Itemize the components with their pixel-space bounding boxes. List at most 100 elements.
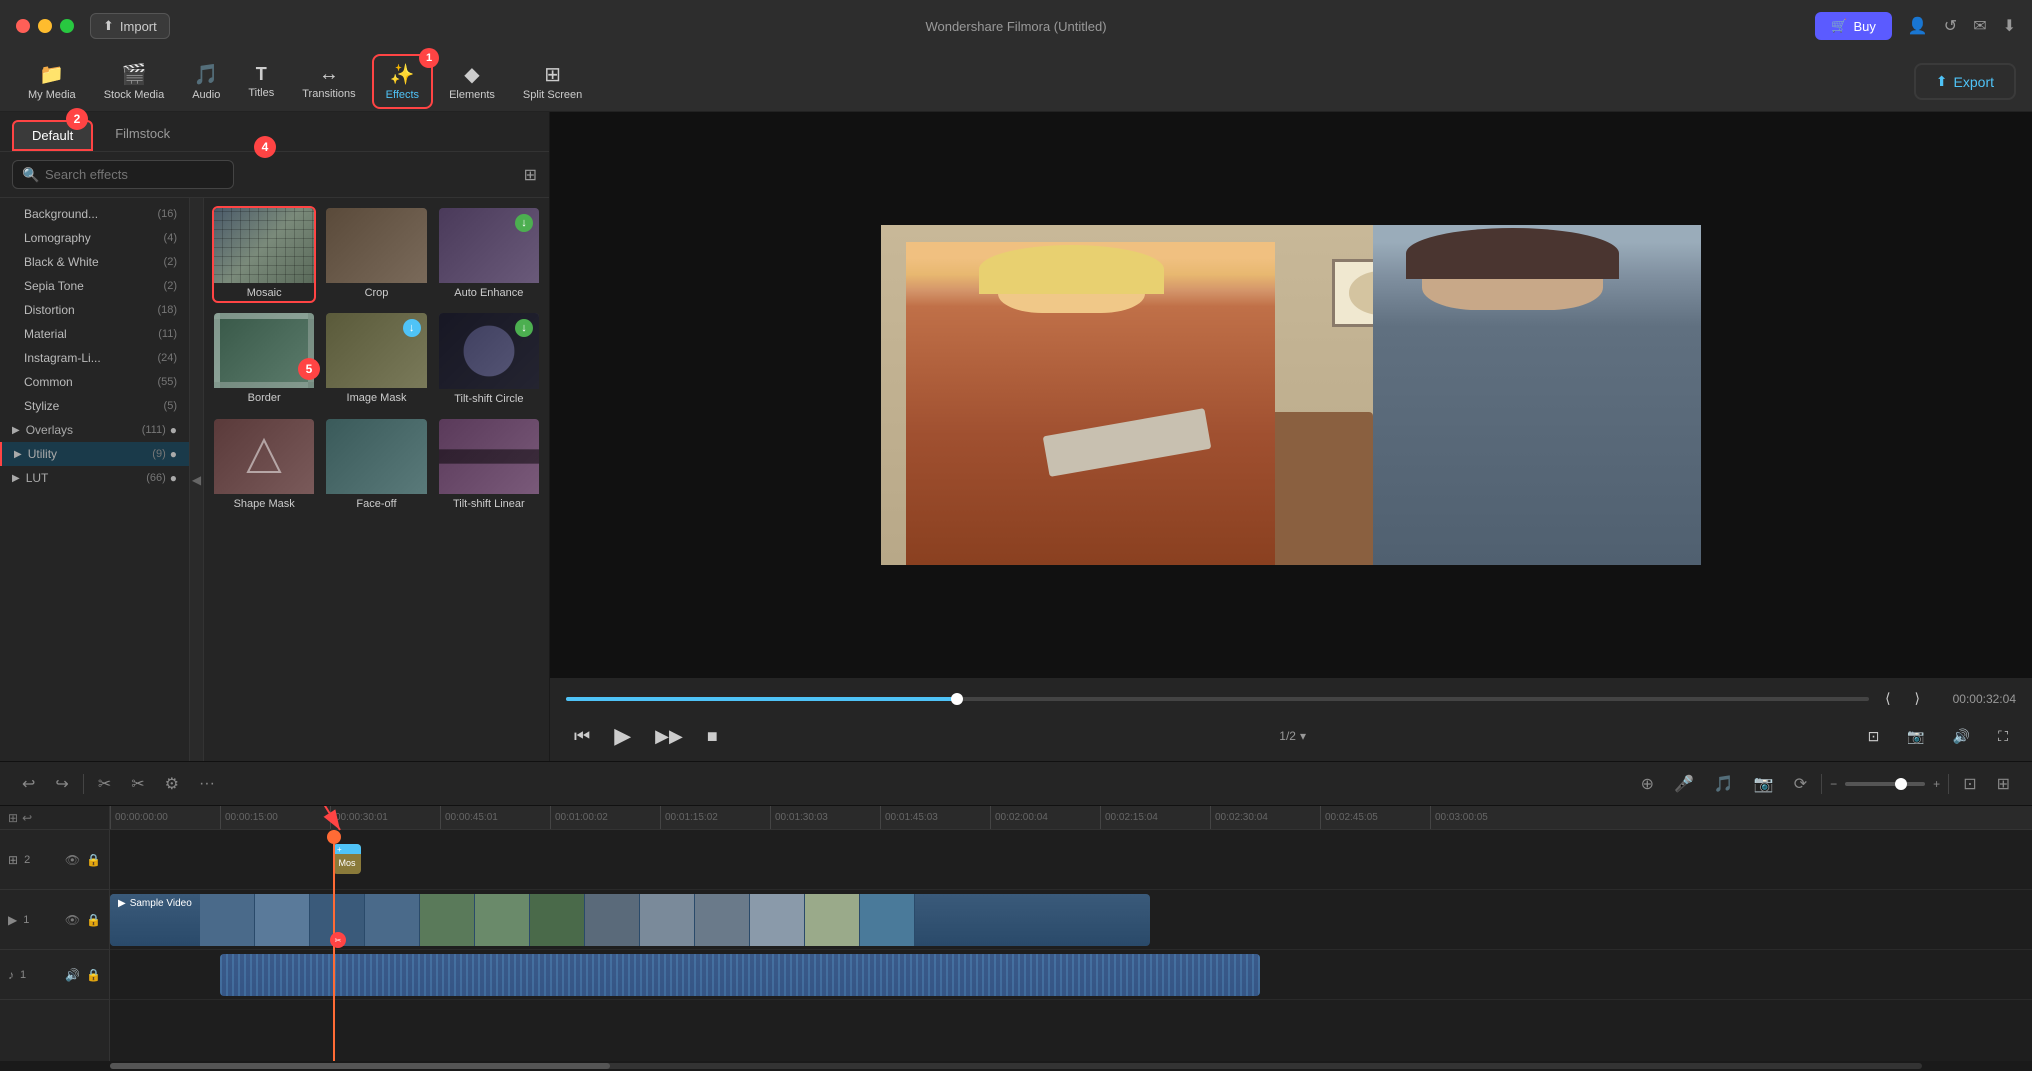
user-icon[interactable]: 👤 (1908, 16, 1928, 36)
transitions-icon: ↔ (319, 63, 339, 86)
effect-auto-enhance-label: Auto Enhance (454, 283, 523, 301)
video-lock-icon[interactable]: 🔒 (86, 913, 101, 927)
sidebar-item-common[interactable]: Common (55) (0, 370, 189, 394)
auto-button[interactable]: ⟳ (1788, 770, 1813, 798)
minimize-button[interactable] (38, 19, 52, 33)
prev-frame-button[interactable]: ⟨ (1877, 686, 1898, 711)
arrow-icon[interactable]: ↩ (22, 811, 32, 825)
next-frame-button[interactable]: ⟩ (1907, 686, 1928, 711)
sidebar-item-material[interactable]: Material (11) (0, 322, 189, 346)
sidebar-group-lut[interactable]: ▶ LUT (66) ● (0, 466, 189, 490)
audio-track-button[interactable]: 🎤 (1668, 770, 1700, 798)
audio-lock-icon[interactable]: 🔒 (86, 968, 101, 982)
import-button[interactable]: ⬆ Import (90, 13, 170, 39)
effect-shape-mask[interactable]: Shape Mask (212, 417, 316, 514)
sidebar-item-lomography[interactable]: Lomography (4) (0, 226, 189, 250)
scrollbar-thumb[interactable] (110, 1063, 610, 1069)
clip-thumb-6 (475, 894, 530, 946)
tab-filmstock[interactable]: Filmstock (97, 120, 188, 151)
video-eye-icon[interactable]: 👁 (65, 913, 80, 927)
track2-eye-icon[interactable]: 👁 (65, 853, 80, 867)
play-button[interactable]: ▶ (606, 719, 639, 753)
effect-tilt-circle[interactable]: ↓ Tilt-shift Circle (437, 311, 541, 408)
auto-enhance-badge: ↓ (515, 214, 533, 232)
sidebar-item-black-white[interactable]: Black & White (2) (0, 250, 189, 274)
sidebar-item-distortion[interactable]: Distortion (18) (0, 298, 189, 322)
zoom-minus-icon[interactable]: − (1830, 777, 1837, 791)
close-button[interactable] (16, 19, 30, 33)
clip-thumb-7 (530, 894, 585, 946)
track2-lock-icon[interactable]: 🔒 (86, 853, 101, 867)
toolbar-elements[interactable]: ◆ Elements (437, 56, 507, 107)
buy-button[interactable]: 🛒 Buy (1815, 12, 1892, 40)
music-button[interactable]: 🎵 (1708, 770, 1740, 798)
annotation-1: 1 (419, 48, 439, 68)
effect-image-mask[interactable]: ↓ Image Mask (324, 311, 428, 408)
sidebar-group-overlays[interactable]: ▶ Overlays (111) ● (0, 418, 189, 442)
toolbar-my-media[interactable]: 📁 My Media (16, 56, 88, 107)
fit-button[interactable]: ⊡ (1957, 770, 1982, 798)
maximize-button[interactable] (60, 19, 74, 33)
export-button[interactable]: ⬆ Export (1914, 63, 2016, 100)
effect-crop[interactable]: Crop (324, 206, 428, 303)
effect-shape-mask-thumb (214, 419, 314, 494)
fullscreen-exit-button[interactable]: ⊡ (1860, 724, 1888, 749)
chevron-overlays-icon: ▶ (12, 425, 20, 436)
progress-bar[interactable] (566, 697, 1869, 701)
sidebar-group-utility[interactable]: 3 ▶ Utility (9) ● (0, 442, 189, 466)
settings-button[interactable]: ⚙ (159, 770, 185, 798)
timeline-scrollbar[interactable] (0, 1061, 2032, 1071)
speed-dropdown-icon[interactable]: ▾ (1300, 729, 1306, 743)
sidebar-item-ig-count: (24) (157, 352, 177, 364)
stop-button[interactable]: ■ (699, 722, 726, 751)
grid-button[interactable]: ⊞ (1991, 770, 2016, 798)
mail-icon[interactable]: ✉ (1973, 16, 1986, 36)
effect-clip-mosaic[interactable]: + Mos (333, 844, 361, 874)
sidebar-item-stylize[interactable]: Stylize (5) (0, 394, 189, 418)
effect-mosaic[interactable]: Mosaic (212, 206, 316, 303)
download-icon[interactable]: ⬇ (2003, 16, 2016, 36)
toolbar-titles[interactable]: T Titles (236, 58, 286, 105)
zoom-slider[interactable] (1845, 782, 1925, 786)
collapse-panel-button[interactable]: ◀ (190, 198, 204, 761)
volume-button[interactable]: 🔊 (1945, 724, 1978, 749)
snap-button[interactable]: 📷 (1748, 770, 1780, 798)
video-clip[interactable]: ▶ Sample Video (110, 894, 1150, 946)
playback-speed: 1/2 ▾ (1279, 729, 1306, 743)
effect-face-off[interactable]: Face-off (324, 417, 428, 514)
play-icon: ▶ (118, 898, 126, 909)
redo-button[interactable]: ↪ (49, 770, 74, 798)
toolbar-audio[interactable]: 🎵 Audio (180, 56, 232, 107)
zoom-plus-icon[interactable]: + (1933, 777, 1940, 791)
clip-thumb-13 (860, 894, 915, 946)
scrollbar-track[interactable] (110, 1063, 1922, 1069)
sidebar-item-instagram[interactable]: Instagram-Li... (24) (0, 346, 189, 370)
snap-icon[interactable]: ⊞ (8, 811, 18, 825)
more-button[interactable]: ··· (193, 771, 221, 797)
screenshot-button[interactable]: 📷 (1899, 724, 1932, 749)
progress-thumb[interactable] (951, 693, 963, 705)
refresh-icon[interactable]: ↺ (1944, 16, 1957, 36)
audio-eye-icon[interactable]: 🔊 (65, 968, 80, 982)
toolbar-stock-media[interactable]: 🎬 Stock Media (92, 56, 177, 107)
search-input[interactable] (12, 160, 234, 189)
toolbar-split-screen[interactable]: ⊞ Split Screen (511, 56, 594, 107)
fullscreen-button[interactable]: ⛶ (1990, 724, 2016, 749)
grid-view-icon[interactable]: ⊞ (524, 165, 537, 185)
add-track-button[interactable]: ⊕ (1635, 770, 1660, 798)
toolbar-transitions[interactable]: ↔ Transitions (290, 57, 367, 106)
sidebar-item-background[interactable]: Background... (16) (0, 202, 189, 226)
main-toolbar: 📁 My Media 🎬 Stock Media 🎵 Audio T Title… (0, 52, 2032, 112)
ruler-245: 00:02:45:05 (1320, 806, 1378, 829)
toolbar-effects[interactable]: 1 ✨ Effects (372, 54, 433, 109)
delete-button[interactable]: ✂ (92, 770, 117, 798)
effect-tilt-linear[interactable]: Tilt-shift Linear (437, 417, 541, 514)
timeline-tracks[interactable]: 00:00:00:00 00:00:15:00 00:00:30:01 00:0… (110, 806, 2032, 1061)
play-forward-button[interactable]: ▶▶ (647, 722, 691, 751)
skip-back-button[interactable]: ⏮ (566, 722, 598, 751)
toolbar-titles-label: Titles (248, 87, 274, 99)
effect-auto-enhance[interactable]: ↓ Auto Enhance (437, 206, 541, 303)
sidebar-item-sepia[interactable]: Sepia Tone (2) (0, 274, 189, 298)
undo-button[interactable]: ↩ (16, 770, 41, 798)
cut-button[interactable]: ✂ (125, 770, 150, 798)
